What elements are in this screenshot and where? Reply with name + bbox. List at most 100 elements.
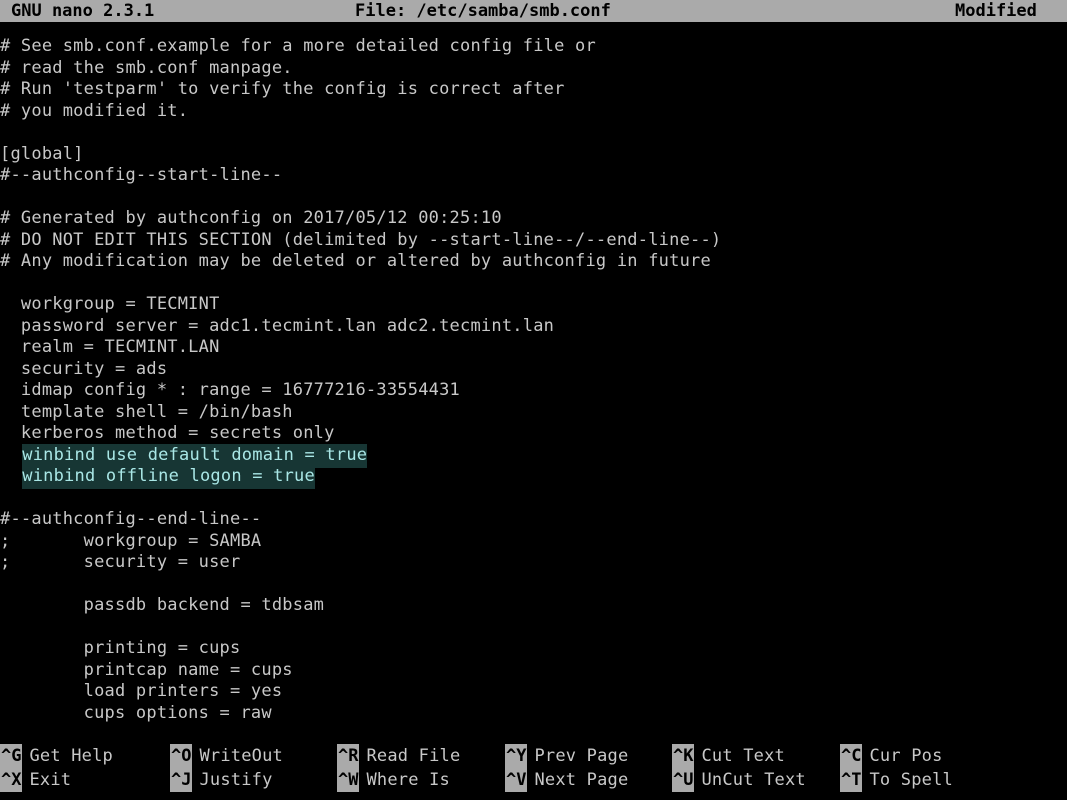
editor-line[interactable]: printing = cups: [0, 638, 241, 660]
editor-line[interactable]: idmap config * : range = 16777216-335544…: [0, 380, 460, 402]
line-text: realm = TECMINT.LAN: [0, 337, 220, 357]
shortcut-label: Cur Pos: [869, 746, 943, 766]
shortcut-key-badge[interactable]: ^K: [672, 744, 695, 768]
editor-line[interactable]: # read the smb.conf manpage.: [0, 58, 293, 80]
editor-line[interactable]: #--authconfig--end-line--: [0, 509, 261, 531]
shortcut-key-badge[interactable]: ^X: [0, 768, 23, 792]
editor-line[interactable]: load printers = yes: [0, 681, 282, 703]
line-text: kerberos method = secrets only: [0, 423, 335, 443]
shortcut-key-badge[interactable]: ^Y: [505, 744, 528, 768]
shortcut-column: ^G Get Help ^X Exit: [0, 744, 113, 796]
editor-line[interactable]: # Any modification may be deleted or alt…: [0, 251, 711, 273]
shortcut-key-bar: ^G Get Help ^X Exit ^O WriteOut ^J Justify ^R Rea…: [0, 744, 1067, 796]
line-text: printing = cups: [0, 638, 241, 658]
shortcut-justify[interactable]: ^J Justify: [170, 768, 283, 792]
title-bar: GNU nano 2.3.1 File: /etc/samba/smb.conf…: [0, 0, 1067, 22]
shortcut-uncut-text[interactable]: ^U UnCut Text: [672, 768, 806, 792]
shortcut-label: Read File: [366, 746, 461, 766]
shortcut-key-badge[interactable]: ^U: [672, 768, 695, 792]
editor-line[interactable]: realm = TECMINT.LAN: [0, 337, 220, 359]
editor-line[interactable]: cups options = raw: [0, 703, 272, 725]
editor-line[interactable]: # See smb.conf.example for a more detail…: [0, 36, 596, 58]
editor-line[interactable]: # Run 'testparm' to verify the config is…: [0, 79, 565, 101]
line-text: load printers = yes: [0, 681, 283, 701]
shortcut-key-badge[interactable]: ^J: [170, 768, 193, 792]
editor-line[interactable]: # Generated by authconfig on 2017/05/12 …: [0, 208, 502, 230]
shortcut-key-badge[interactable]: ^G: [0, 744, 23, 768]
shortcut-label: Get Help: [29, 746, 113, 766]
line-text: # DO NOT EDIT THIS SECTION (delimited by…: [0, 229, 722, 250]
editor-line[interactable]: printcap name = cups: [0, 660, 293, 682]
line-text: winbind offline logon = true: [22, 465, 315, 489]
editor-line[interactable]: passdb backend = tdbsam: [0, 595, 324, 617]
shortcut-key-badge[interactable]: ^T: [840, 768, 863, 792]
editor-line[interactable]: workgroup = TECMINT: [0, 294, 220, 316]
shortcut-exit[interactable]: ^X Exit: [0, 768, 113, 792]
line-text: # Run 'testparm' to verify the config is…: [0, 79, 565, 99]
line-text: # read the smb.conf manpage.: [0, 57, 293, 78]
editor-line[interactable]: kerberos method = secrets only: [0, 423, 335, 445]
shortcut-column: ^C Cur Pos ^T To Spell: [840, 744, 953, 796]
shortcut-column: ^R Read File ^W Where Is: [337, 744, 460, 796]
line-text: idmap config * : range = 16777216-335544…: [0, 380, 461, 400]
editor-line-selected[interactable]: winbind offline logon = true: [0, 465, 315, 489]
editor-line[interactable]: password server = adc1.tecmint.lan adc2.…: [0, 316, 554, 338]
shortcut-label: Prev Page: [534, 746, 629, 766]
line-text: ; security = user: [0, 552, 241, 572]
editor-line[interactable]: [global]: [0, 144, 84, 166]
shortcut-key-badge[interactable]: ^W: [337, 768, 360, 792]
nano-terminal-screen: GNU nano 2.3.1 File: /etc/samba/smb.conf…: [0, 0, 1067, 800]
line-text: ; workgroup = SAMBA: [0, 530, 262, 551]
shortcut-label: Cut Text: [701, 746, 785, 766]
editor-line[interactable]: # you modified it.: [0, 101, 188, 123]
shortcut-column: ^Y Prev Page ^V Next Page: [505, 744, 628, 796]
editor-line[interactable]: #--authconfig--start-line--: [0, 165, 282, 187]
line-text: printcap name = cups: [0, 659, 293, 680]
editor-line[interactable]: # DO NOT EDIT THIS SECTION (delimited by…: [0, 230, 721, 252]
shortcut-where-is[interactable]: ^W Where Is: [337, 768, 460, 792]
line-text: cups options = raw: [0, 702, 272, 723]
open-file-path-label: File: /etc/samba/smb.conf: [355, 1, 611, 21]
modified-status-badge: Modified: [955, 1, 1037, 21]
shortcut-get-help[interactable]: ^G Get Help: [0, 744, 113, 768]
shortcut-label: UnCut Text: [701, 770, 806, 790]
editor-line[interactable]: ; security = user: [0, 552, 240, 574]
shortcut-key-badge[interactable]: ^R: [337, 744, 360, 768]
shortcut-key-badge[interactable]: ^V: [505, 768, 528, 792]
shortcut-cut-text[interactable]: ^K Cut Text: [672, 744, 806, 768]
shortcut-column: ^O WriteOut ^J Justify: [170, 744, 283, 796]
shortcut-label: Where Is: [366, 770, 450, 790]
line-text: workgroup = TECMINT: [0, 294, 220, 314]
shortcut-label: Next Page: [534, 770, 629, 790]
nano-version-label: GNU nano 2.3.1: [11, 1, 155, 21]
line-text: #--authconfig--start-line--: [0, 165, 283, 185]
editor-text-area[interactable]: # See smb.conf.example for a more detail…: [0, 36, 1067, 736]
shortcut-key-badge[interactable]: ^C: [840, 744, 863, 768]
shortcut-to-spell[interactable]: ^T To Spell: [840, 768, 953, 792]
editor-line[interactable]: template shell = /bin/bash: [0, 402, 293, 424]
shortcut-label: WriteOut: [199, 746, 283, 766]
line-text: # Generated by authconfig on 2017/05/12 …: [0, 208, 502, 228]
line-text: #--authconfig--end-line--: [0, 509, 262, 529]
line-text: [global]: [0, 143, 84, 164]
shortcut-prev-page[interactable]: ^Y Prev Page: [505, 744, 628, 768]
line-text: # See smb.conf.example for a more detail…: [0, 36, 596, 56]
editor-line[interactable]: security = ads: [0, 359, 167, 381]
shortcut-read-file[interactable]: ^R Read File: [337, 744, 460, 768]
editor-line[interactable]: ; workgroup = SAMBA: [0, 531, 261, 553]
shortcut-label: To Spell: [869, 770, 953, 790]
shortcut-column: ^K Cut Text ^U UnCut Text: [672, 744, 806, 796]
shortcut-key-badge[interactable]: ^O: [170, 744, 193, 768]
shortcut-next-page[interactable]: ^V Next Page: [505, 768, 628, 792]
line-text: # you modified it.: [0, 100, 189, 121]
editor-line-selected[interactable]: winbind use default domain = true: [0, 443, 368, 468]
shortcut-writeout[interactable]: ^O WriteOut: [170, 744, 283, 768]
line-text: password server = adc1.tecmint.lan adc2.…: [0, 315, 555, 336]
line-text: security = ads: [0, 358, 168, 379]
shortcut-cur-pos[interactable]: ^C Cur Pos: [840, 744, 953, 768]
shortcut-label: Exit: [29, 770, 72, 790]
shortcut-label: Justify: [199, 770, 273, 790]
line-text: winbind use default domain = true: [22, 443, 368, 468]
line-text: # Any modification may be deleted or alt…: [0, 251, 711, 271]
line-text: passdb backend = tdbsam: [0, 595, 325, 615]
